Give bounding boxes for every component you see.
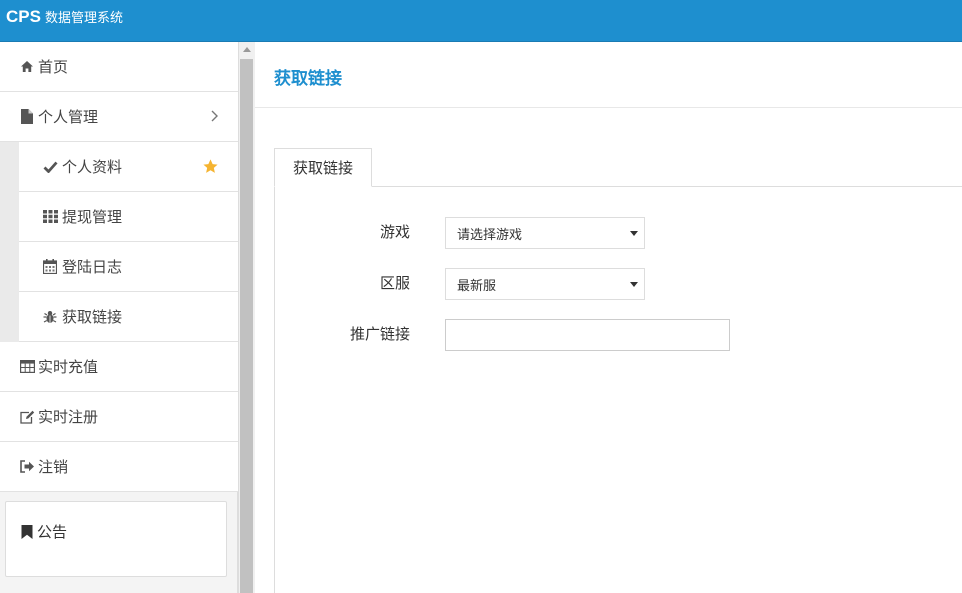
sidebar-item-label: 个人管理 [38,108,99,126]
sidebar-item-label: 实时充值 [38,358,99,376]
chevron-right-icon [207,109,221,123]
sidebar-item-realtime-register[interactable]: 实时注册 [0,392,238,442]
sidebar-scrollbar[interactable] [238,42,255,593]
sidebar-subitem-get-link[interactable]: 获取链接 [19,292,238,342]
sidebar-item-realtime-recharge[interactable]: 实时充值 [0,342,238,392]
home-icon [19,59,35,75]
submenu-personal: 个人资料 提现管理 登陆日志 获取链接 [0,142,238,342]
sidebar-item-personal[interactable]: 个人管理 [0,92,238,142]
sidebar-subitem-label: 获取链接 [62,308,123,326]
sidebar-subitem-login-log[interactable]: 登陆日志 [19,242,238,292]
server-select[interactable]: 最新服 [445,268,645,300]
edit-icon [19,409,35,425]
sidebar-item-label: 实时注册 [38,408,99,426]
sidebar: 首页 个人管理 个人资料 提现管理 登陆日志 获取链接 实时充值 实时注册 注销… [0,42,238,593]
sidebar-item-logout[interactable]: 注销 [0,442,238,492]
sidebar-subitem-profile[interactable]: 个人资料 [19,142,238,192]
sidebar-item-label: 首页 [38,58,69,76]
bookmark-icon [21,524,33,539]
tab-divider [274,186,962,187]
tab-get-link[interactable]: 获取链接 [274,148,372,187]
scrollbar-thumb[interactable] [240,59,253,593]
scroll-up-arrow-icon[interactable] [243,47,251,52]
panel-border [274,187,275,593]
brand[interactable]: CPS 数据管理系统 [6,7,123,27]
file-icon [19,109,35,125]
server-select-value: 最新服 [457,278,497,294]
bug-icon [42,309,58,325]
promo-link-input[interactable] [445,319,730,351]
star-icon[interactable] [202,158,219,175]
brand-short: CPS [6,7,41,26]
top-header: CPS 数据管理系统 [0,0,962,42]
caret-down-icon [630,231,638,236]
server-label: 区服 [379,274,410,292]
notice-title: 公告 [37,523,68,541]
game-label: 游戏 [379,223,410,241]
grid-icon [42,209,58,225]
caret-down-icon [630,282,638,287]
page-title: 获取链接 [274,69,342,89]
game-select[interactable]: 请选择游戏 [445,217,645,249]
sidebar-subitem-label: 个人资料 [62,158,123,176]
brand-name: 数据管理系统 [44,11,123,26]
sidebar-subitem-label: 登陆日志 [62,258,123,276]
sign-out-icon [19,459,35,475]
sidebar-item-label: 注销 [38,458,69,476]
main-content: 获取链接 获取链接 游戏 请选择游戏 区服 最新服 推广链接 [255,42,962,593]
calendar-icon [42,259,58,275]
game-select-value: 请选择游戏 [457,227,523,243]
check-icon [42,159,58,175]
notice-panel: 公告 [5,501,227,577]
sidebar-subitem-withdraw[interactable]: 提现管理 [19,192,238,242]
promo-link-label: 推广链接 [349,325,410,343]
table-icon [19,359,35,375]
divider [255,107,962,108]
sidebar-item-home[interactable]: 首页 [0,42,238,92]
sidebar-subitem-label: 提现管理 [62,208,123,226]
